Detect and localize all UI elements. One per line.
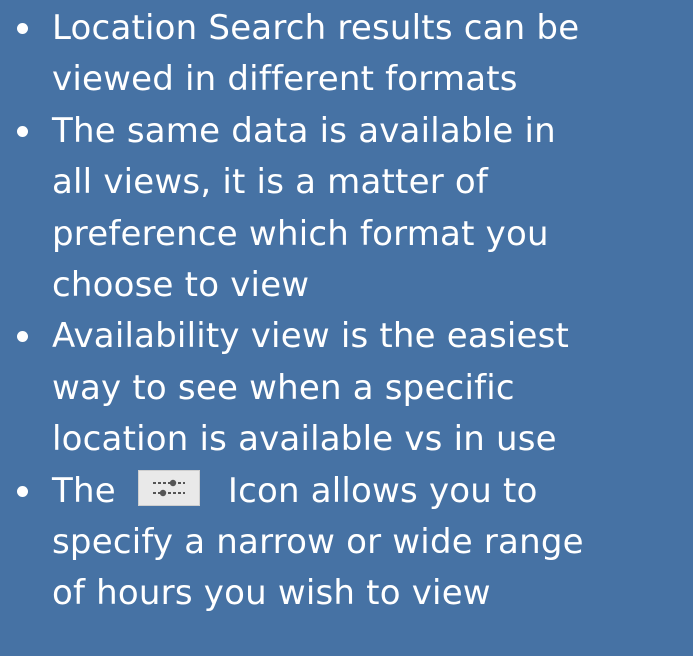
bullet-dot — [17, 23, 28, 34]
bullet-text-line: Availability view is the easiest — [52, 316, 570, 357]
bullet-item-hours-icon: The Icon allows you to specify a narrow … — [0, 466, 693, 620]
bullet-text-line: choose to view — [52, 265, 310, 306]
bullet-dot — [17, 125, 28, 137]
bullet-dot — [17, 331, 28, 343]
bullet-text-line: Location Search results can be — [52, 8, 580, 48]
bullet-item-results-formats: Location Search results can be viewed in… — [0, 3, 693, 106]
bullet-text-line: location is available vs in use — [52, 419, 557, 460]
bullet-item-availability-view: Availability view is the easiest way to … — [0, 311, 693, 465]
bullet-text-line: specify a narrow or wide range — [52, 522, 584, 563]
bullet-text-fragment: Icon allows you to — [227, 470, 538, 511]
bullet-text-line: all views, it is a matter of — [52, 162, 489, 203]
bullet-text-fragment: The — [52, 470, 116, 511]
bullet-list: Location Search results can be viewed in… — [0, 0, 693, 620]
bullet-text-line-with-icon: The Icon allows you to — [52, 466, 683, 517]
slide: Location Search results can be viewed in… — [0, 0, 693, 656]
bullet-item-same-data: The same data is available in all views,… — [0, 106, 693, 312]
filter-sliders-icon — [137, 469, 200, 506]
bullet-dot — [17, 485, 28, 497]
bullet-text-line: viewed in different formats — [52, 59, 518, 100]
bullet-text-line: way to see when a specific — [52, 367, 515, 408]
bullet-text-line: of hours you wish to view — [52, 573, 491, 614]
bullet-text-line: The same data is available in — [52, 110, 556, 151]
bullet-text-line: preference which format you — [52, 213, 549, 254]
